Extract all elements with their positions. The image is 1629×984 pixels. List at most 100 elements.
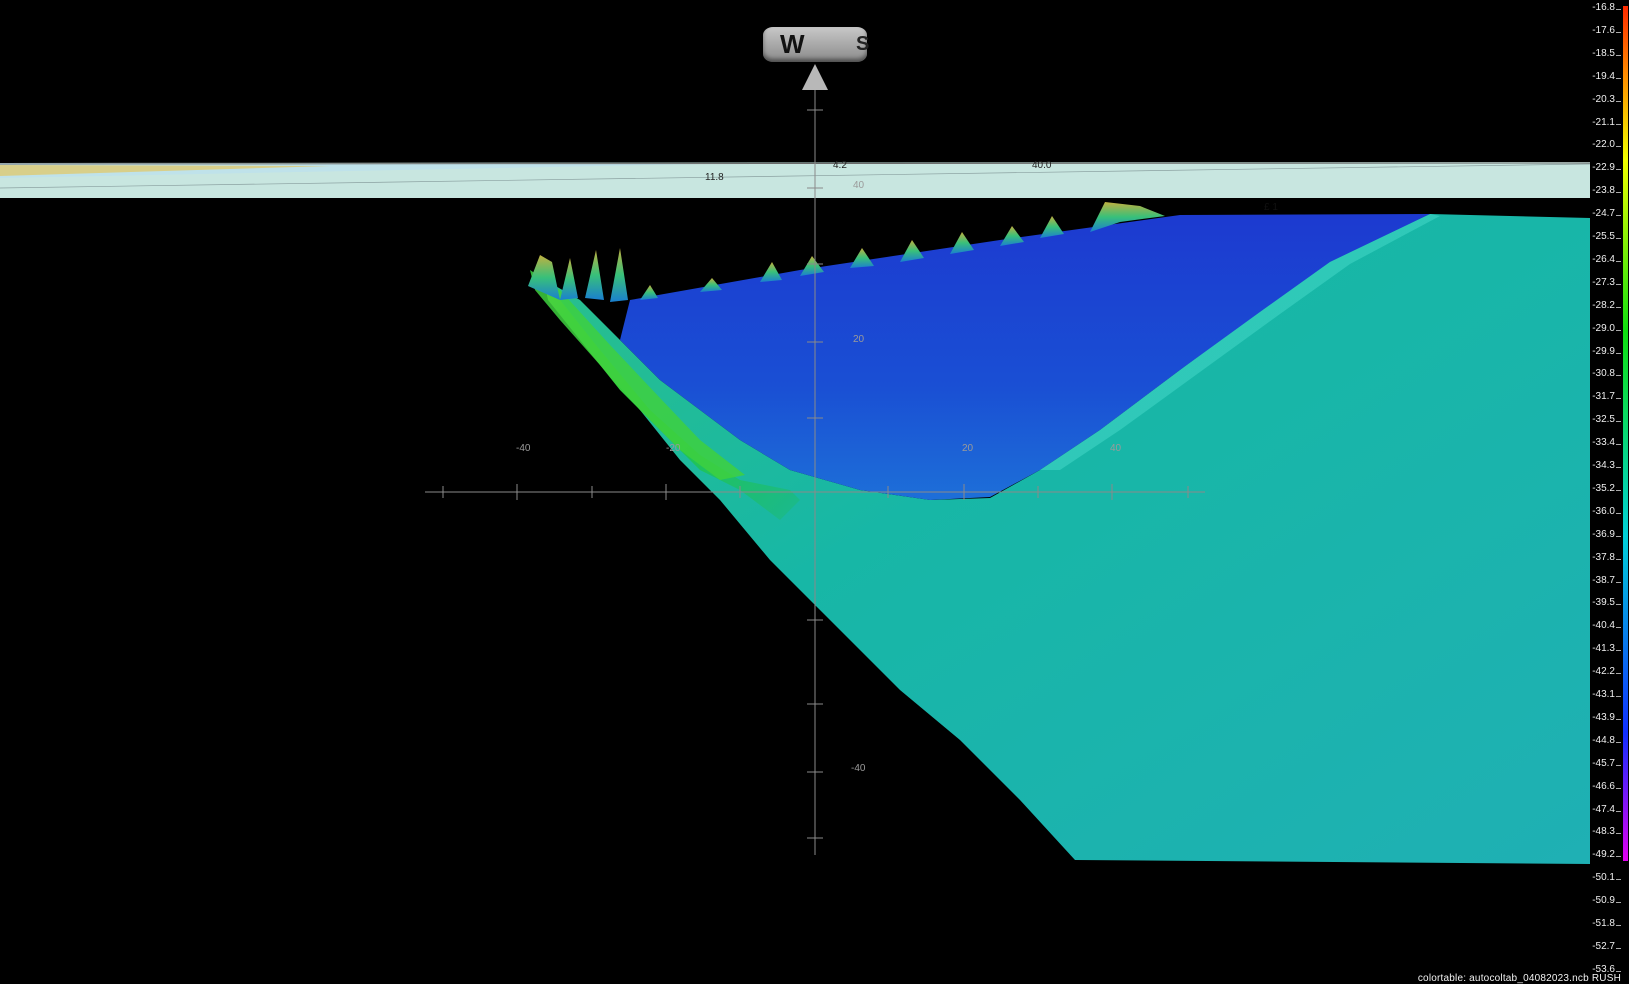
colorbar-tick [1616,169,1621,171]
colorbar-tick [1616,283,1621,285]
colorbar-value-label: -20.3 [1592,93,1615,105]
colorbar-value-label: -37.8 [1592,551,1615,563]
colorbar-value-label: -39.5 [1592,597,1615,609]
colorbar-value-label: -36.0 [1592,505,1615,517]
overlay-label: 4.2 [833,160,847,171]
colortable-caption: colortable: autocoltab_04082023.ncb RUSH [1417,973,1621,984]
overlay-label: £ 1 [1264,202,1278,213]
colorbar-value-label: -35.2 [1592,482,1615,494]
x-axis-label-40: 40 [1110,443,1122,454]
colorbar-tick [1616,77,1621,79]
colorbar-tick [1616,581,1621,583]
colorbar-tick [1616,375,1621,377]
colorbar-strip [1623,6,1628,861]
colorbar-tick [1616,9,1621,10]
colorbar-tick [1616,970,1621,972]
depth-colorbar: -16.8 -17.6 -18.5 -19.4 -20.3 -21.1 -22.0 -22.9… [1559,0,1629,984]
colorbar-value-label: -26.4 [1592,253,1615,265]
colorbar-value-label: -43.1 [1592,689,1615,700]
colorbar-value-label: -17.6 [1592,24,1615,36]
colorbar-value-label: -36.9 [1592,528,1615,540]
colorbar-tick [1616,902,1621,904]
colorbar-tick [1616,54,1621,56]
colorbar-value-label: -29.9 [1592,345,1615,357]
colorbar-value-label: -27.3 [1592,276,1615,288]
colorbar-value-label: -28.2 [1592,299,1615,311]
colorbar-tick [1616,535,1621,537]
colorbar-value-label: -48.3 [1592,826,1615,838]
y-axis-label-neg40: -40 [851,763,866,774]
overlay-label: 40.0 [1032,160,1052,171]
overlay-label: 11.8 [705,172,724,183]
colorbar-tick [1616,329,1621,331]
colorbar-tick [1616,833,1621,835]
colorbar-value-label: -50.9 [1592,895,1615,907]
colorbar-tick [1616,787,1621,789]
colorbar-tick [1616,627,1621,629]
colorbar-tick [1616,718,1621,720]
3d-viewport[interactable]: -40 -20 20 40 40 20 -40 11.8 4.2 40.0 £ … [0,0,1629,984]
colorbar-value-label: -42.2 [1592,666,1615,678]
colorbar-value-label: -38.7 [1592,574,1615,586]
colorbar-value-label: -31.7 [1592,391,1615,403]
colorbar-tick [1616,192,1621,194]
colorbar-tick [1616,741,1621,743]
colorbar-value-label: -19.4 [1592,70,1615,82]
north-arrow-icon [802,64,828,90]
colorbar-value-label: -34.3 [1592,460,1615,471]
colorbar-tick [1616,879,1621,881]
colorbar-value-label: -46.6 [1592,780,1615,792]
colorbar-tick [1616,558,1621,560]
compass-south-letter: S [856,33,870,55]
colorbar-tick [1616,444,1621,446]
colorbar-tick [1616,489,1621,491]
colorbar-value-label: -43.9 [1592,711,1615,723]
compass-west-letter: W [780,29,805,59]
colorbar-tick [1616,810,1621,812]
colorbar-tick [1616,696,1621,697]
colorbar-tick [1616,260,1621,262]
colorbar-value-label: -25.5 [1592,231,1615,242]
colorbar-value-label: -47.4 [1592,803,1615,815]
colorbar-value-label: -52.7 [1592,940,1615,952]
colorbar-tick [1616,398,1621,400]
colorbar-tick [1616,238,1621,239]
colorbar-value-label: -16.8 [1592,2,1615,13]
colorbar-value-label: -21.1 [1592,116,1615,128]
colorbar-tick [1616,925,1621,926]
colorbar-tick [1616,31,1621,33]
colorbar-value-label: -32.5 [1592,414,1615,426]
colorbar-value-label: -33.4 [1592,437,1615,449]
bathymetry-scene [0,64,1591,864]
colorbar-tick [1616,947,1621,949]
colorbar-value-label: -40.4 [1592,620,1615,632]
colorbar-value-label: -30.8 [1592,368,1615,380]
colorbar-value-label: -24.7 [1592,208,1615,220]
colorbar-tick [1616,146,1621,148]
colorbar-value-label: -22.0 [1592,139,1615,151]
colorbar-tick [1616,352,1621,354]
colorbar-tick [1616,306,1621,308]
colorbar-tick [1616,421,1621,423]
x-axis-label-neg40: -40 [516,443,531,454]
colorbar-tick [1616,467,1621,468]
compass-widget[interactable]: W S [763,27,870,62]
colorbar-value-label: -45.7 [1592,757,1615,769]
colorbar-value-label: -49.2 [1592,849,1615,861]
overlay-chart-band [0,162,1591,198]
colorbar-tick [1616,100,1621,102]
colorbar-tick [1616,604,1621,606]
x-axis-label-neg20: -20 [666,443,681,454]
y-axis-label-20: 20 [853,334,865,345]
colorbar-tick [1616,123,1621,125]
colorbar-value-label: -44.8 [1592,734,1615,746]
colorbar-value-label: -50.1 [1592,872,1615,884]
colorbar-tick [1616,512,1621,514]
y-axis-label-40: 40 [853,180,865,191]
colorbar-tick [1616,856,1621,858]
colorbar-value-label: -23.8 [1592,185,1615,197]
colorbar-value-label: -41.3 [1592,643,1615,655]
colorbar-value-label: -29.0 [1592,322,1615,334]
colorbar-value-label: -18.5 [1592,47,1615,59]
colorbar-tick [1616,673,1621,675]
